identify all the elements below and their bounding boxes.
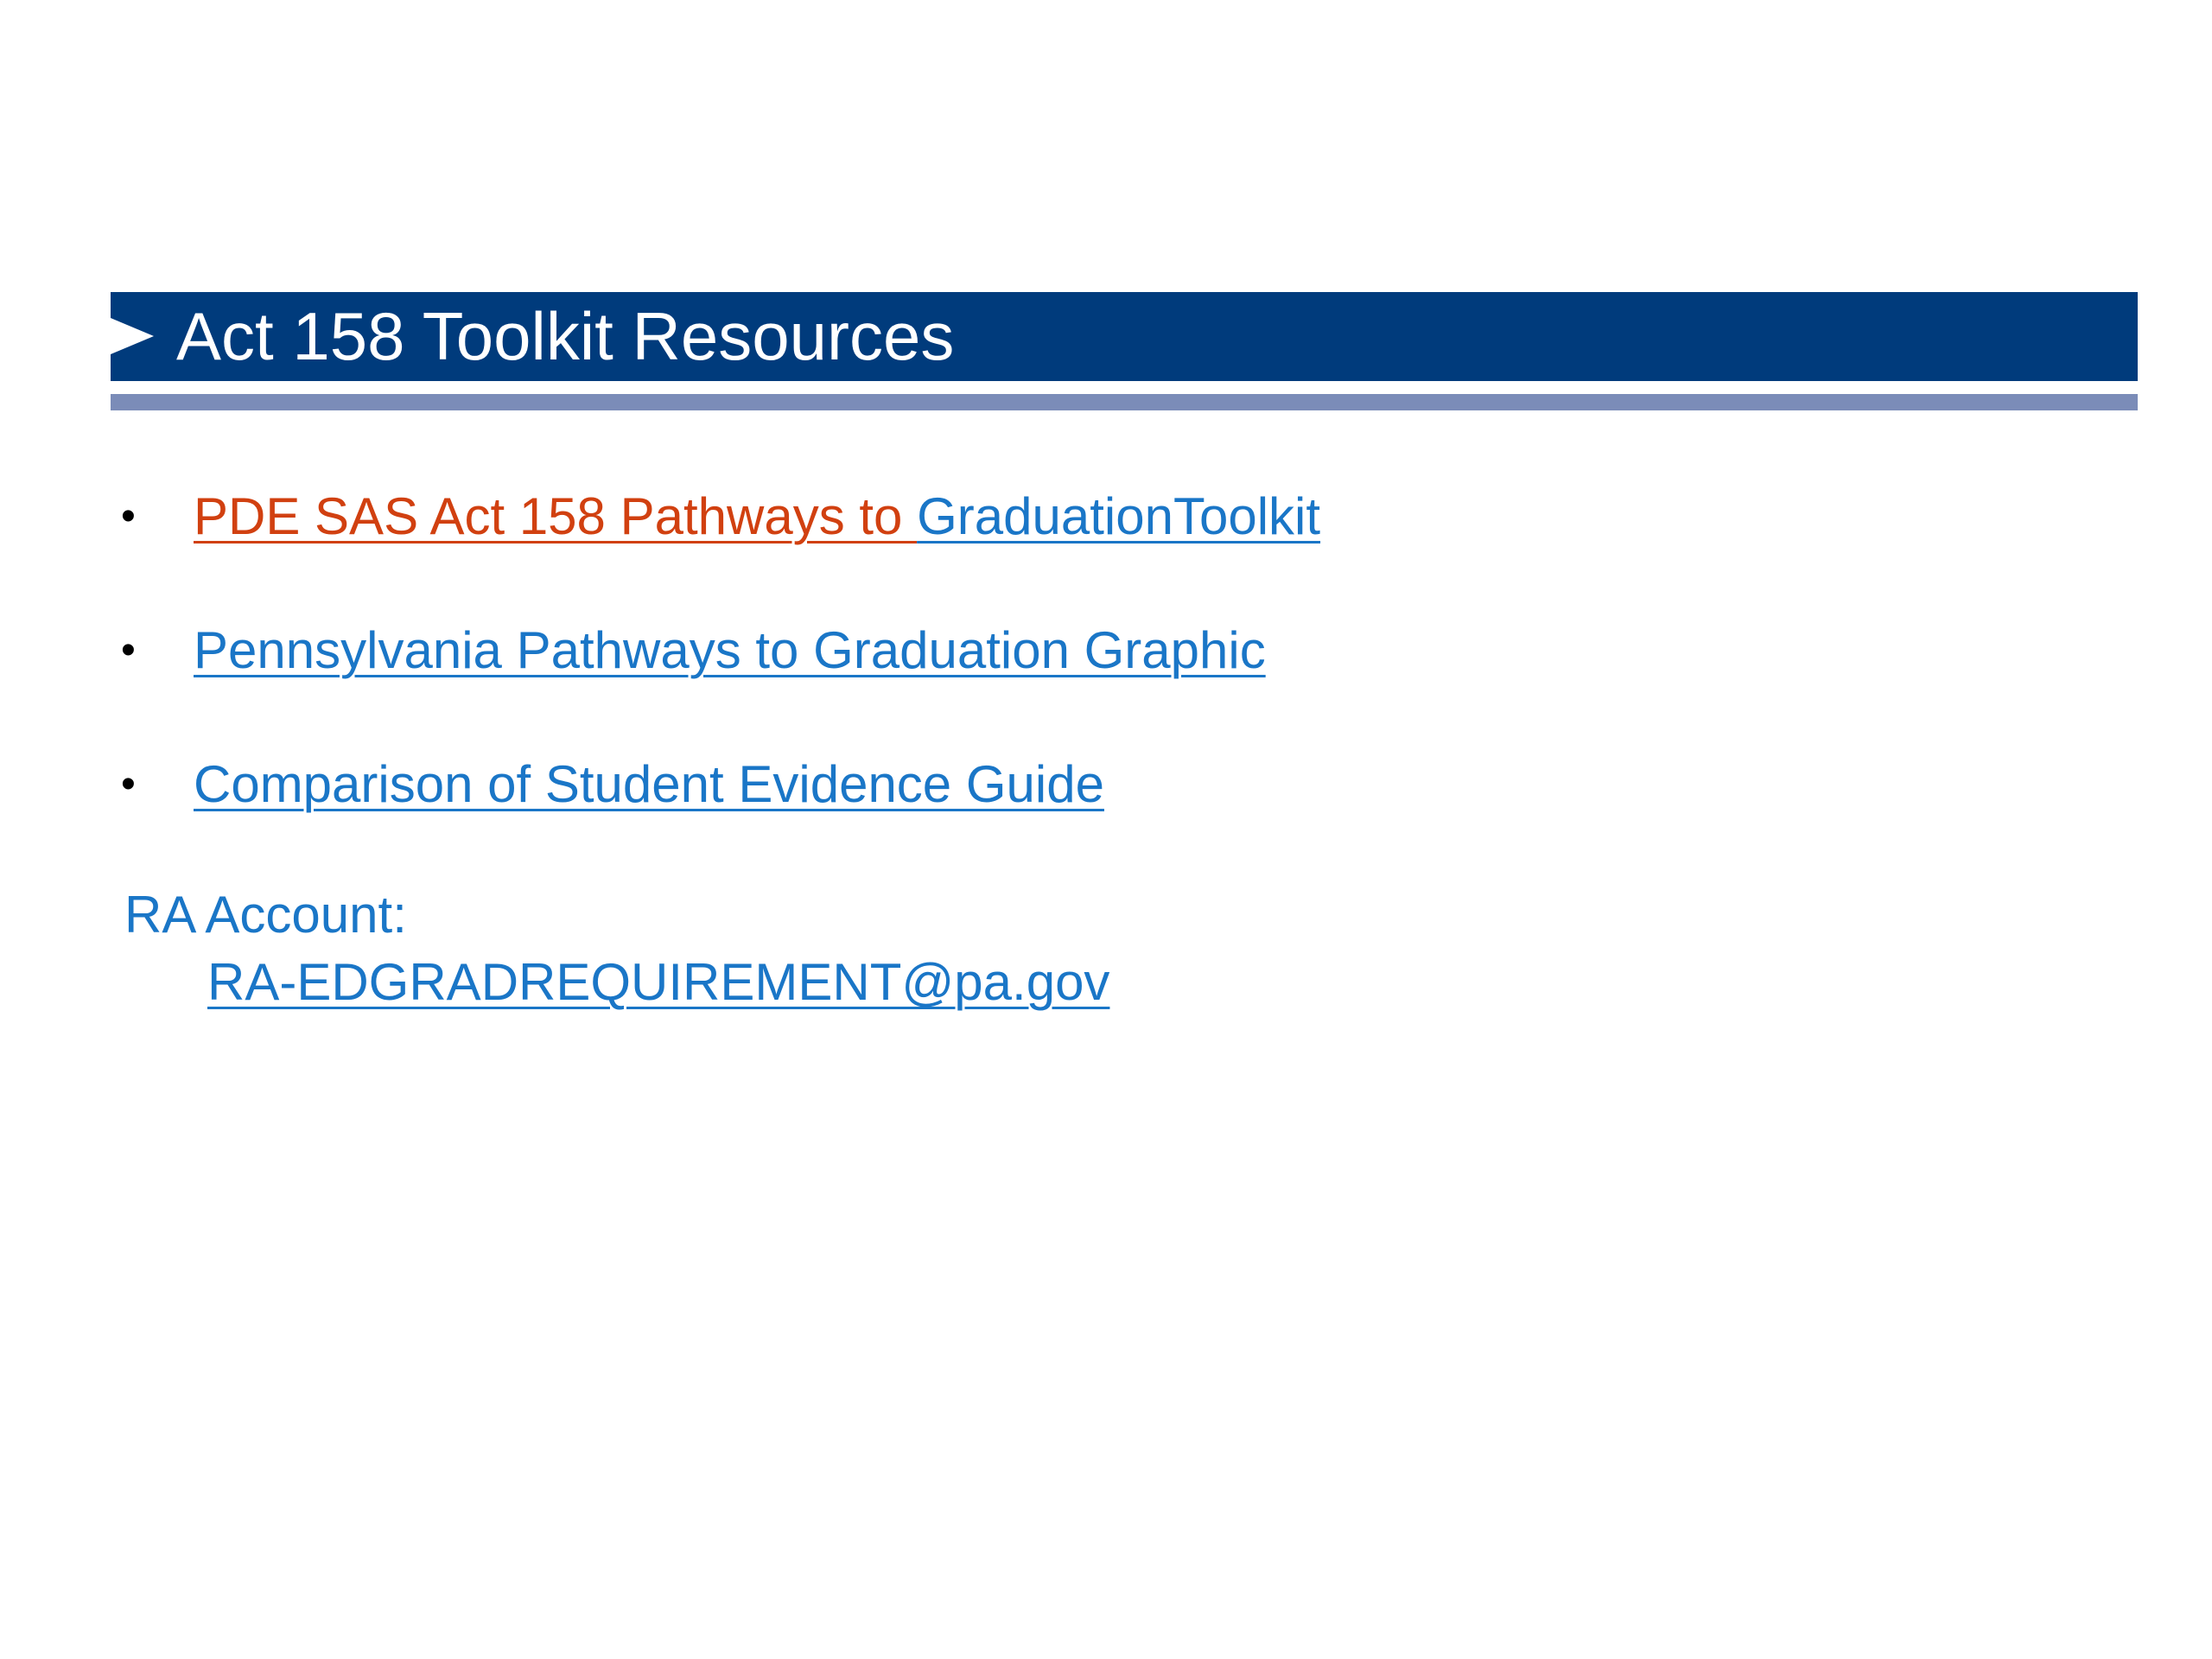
title-bar: Act 158 Toolkit Resources [111, 292, 2138, 381]
evidence-guide-link[interactable]: Comparison of Student Evidence Guide [194, 755, 1104, 813]
pde-sas-toolkit-link[interactable]: PDE SAS Act 158 Pathways to [194, 487, 917, 545]
slide: Act 158 Toolkit Resources • PDE SAS Act … [0, 0, 2212, 1659]
page-title: Act 158 Toolkit Resources [176, 298, 955, 374]
bullet-icon: • [121, 761, 136, 807]
bullet-icon: • [121, 627, 136, 673]
pathways-graphic-link[interactable]: Pennsylvania Pathways to Graduation Grap… [194, 621, 1266, 679]
arrow-right-icon [111, 318, 154, 354]
contact-label: RA Account: [124, 886, 407, 944]
contact-block: RA Account: RA-EDGRADREQUIREMENT@pa.gov [124, 881, 1109, 1016]
bullet-icon: • [121, 493, 136, 539]
contact-email-link[interactable]: RA-EDGRADREQUIREMENT@pa.gov [207, 949, 1109, 1016]
title-divider [111, 394, 2138, 410]
graduation-toolkit-link[interactable]: GraduationToolkit [917, 487, 1320, 545]
toolkit-link-text: PDE SAS Act 158 Pathways to GraduationTo… [194, 475, 1320, 558]
